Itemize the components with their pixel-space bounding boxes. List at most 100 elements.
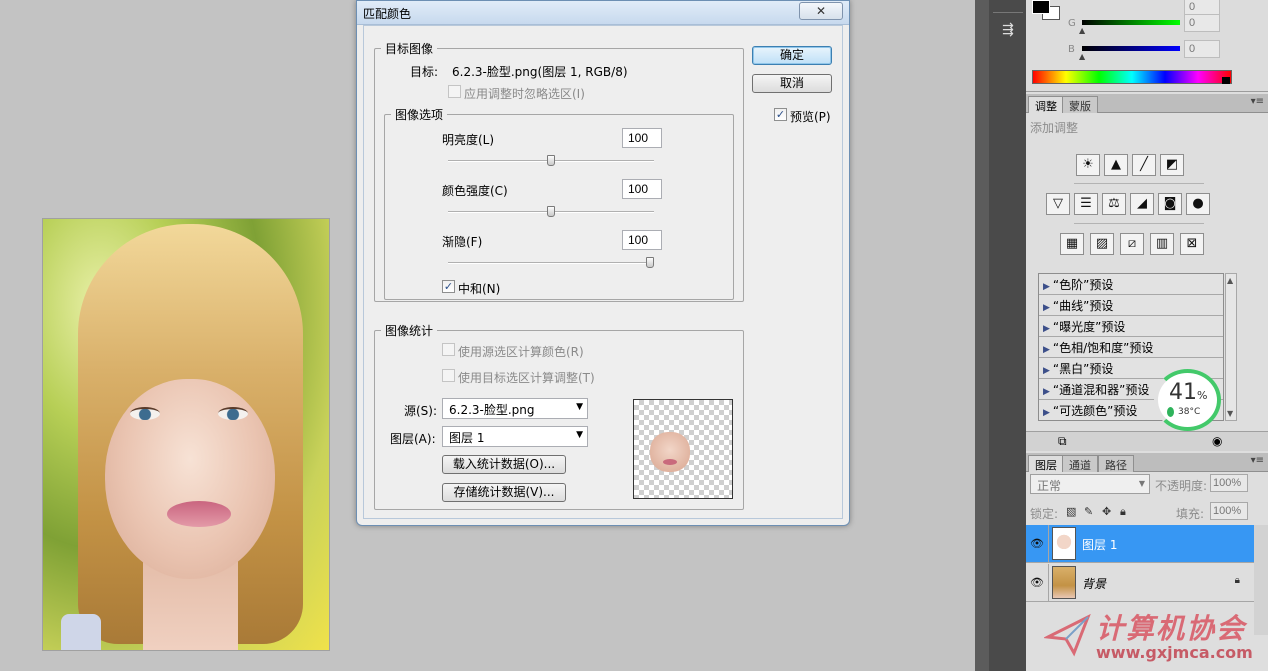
photo-filter-icon[interactable]: ◙ (1158, 193, 1182, 215)
use-source-selection-label: 使用源选区计算颜色(R) (458, 345, 584, 359)
g-value-input[interactable] (1184, 14, 1220, 32)
color-balance-icon[interactable]: ⚖ (1102, 193, 1126, 215)
layer-row-layer1[interactable]: 👁︎ 图层 1 (1026, 525, 1254, 563)
b-channel-slider[interactable] (1082, 46, 1180, 51)
threshold-icon[interactable]: ⧄ (1120, 233, 1144, 255)
eye-icon[interactable]: 👁︎ (1030, 576, 1044, 589)
load-statistics-button[interactable]: 载入统计数据(O)... (442, 455, 566, 474)
gradient-map-icon[interactable]: ▥ (1150, 233, 1174, 255)
scroll-down-icon[interactable]: ▼ (1227, 409, 1233, 418)
vibrance-icon[interactable]: ▽ (1046, 193, 1070, 215)
exposure-icon[interactable]: ◩ (1160, 154, 1184, 176)
preview-checkbox[interactable]: ✓ (774, 108, 787, 121)
layer-select[interactable]: 图层 1 ▼ (442, 426, 588, 447)
target-label: 目标: (410, 65, 439, 79)
scroll-up-icon[interactable]: ▲ (1227, 276, 1233, 285)
photo-face (105, 379, 275, 579)
b-value-input[interactable] (1184, 40, 1220, 58)
color-spectrum-bar[interactable] (1032, 70, 1232, 84)
tab-masks[interactable]: 蒙版 (1062, 96, 1098, 113)
document-image[interactable] (42, 218, 330, 651)
opacity-input[interactable] (1210, 474, 1248, 492)
gauge-unit: % (1197, 389, 1208, 402)
source-select-value: 6.2.3-脸型.png (449, 403, 535, 417)
statistics-preview-thumbnail (633, 399, 733, 499)
panel-menu-icon[interactable]: ▾≡ (1251, 455, 1264, 466)
expand-triangle-icon: ▶ (1043, 387, 1050, 397)
eye-icon[interactable]: 👁︎ (1030, 537, 1044, 550)
invert-icon[interactable]: ▦ (1060, 233, 1084, 255)
target-value: 6.2.3-脸型.png(图层 1, RGB/8) (452, 65, 628, 79)
luminance-input[interactable] (622, 128, 662, 148)
cancel-button[interactable]: 取消 (752, 74, 832, 93)
tab-paths[interactable]: 路径 (1098, 455, 1134, 472)
list-item[interactable]: ▶ “曝光度”预设 (1039, 316, 1223, 337)
use-source-selection-checkbox[interactable] (442, 343, 455, 356)
b-channel-label: B (1068, 44, 1075, 55)
color-intensity-label: 颜色强度(C) (442, 184, 508, 198)
lock-transparency-icon[interactable]: ▧ (1066, 505, 1076, 518)
foreground-color-swatch[interactable] (1032, 0, 1050, 14)
neutralize-checkbox[interactable]: ✓ (442, 280, 455, 293)
visibility-toggle-icon[interactable]: ◉ (1212, 434, 1222, 448)
color-intensity-slider-thumb[interactable] (547, 206, 555, 217)
black-white-icon[interactable]: ◢ (1130, 193, 1154, 215)
blend-mode-select[interactable]: 正常 ▼ (1030, 474, 1150, 494)
selective-color-icon[interactable]: ⊠ (1180, 233, 1204, 255)
list-item[interactable]: ▶ “色阶”预设 (1039, 274, 1223, 295)
panel-menu-icon[interactable]: ▾≡ (1251, 96, 1264, 107)
return-to-list-icon[interactable]: ⧉ (1058, 434, 1067, 449)
fade-slider-thumb[interactable] (646, 257, 654, 268)
b-slider-triangle-icon[interactable]: ▲ (1079, 52, 1085, 61)
ok-button[interactable]: 确定 (752, 46, 832, 65)
save-statistics-button[interactable]: 存储统计数据(V)... (442, 483, 566, 502)
channel-mixer-icon[interactable]: ● (1186, 193, 1210, 215)
history-panel-icon[interactable]: ⇶ (998, 22, 1018, 42)
curves-icon[interactable]: ╱ (1132, 154, 1156, 176)
brightness-contrast-icon[interactable]: ☀ (1076, 154, 1100, 176)
target-image-legend: 目标图像 (385, 42, 434, 56)
close-button[interactable]: ✕ (799, 2, 843, 20)
lock-position-icon[interactable]: ✥ (1102, 505, 1111, 518)
tab-channels[interactable]: 通道 (1062, 455, 1098, 472)
image-options-group: 图像选项 (384, 106, 734, 300)
tab-adjustments[interactable]: 调整 (1028, 96, 1064, 113)
preview-face-image (650, 432, 690, 472)
list-item[interactable]: ▶ “色相/饱和度”预设 (1039, 337, 1223, 358)
expand-triangle-icon: ▶ (1043, 345, 1050, 355)
ignore-selection-checkbox[interactable] (448, 85, 461, 98)
color-intensity-input[interactable] (622, 179, 662, 199)
color-panel: G ▲ B ▲ (1026, 0, 1268, 92)
use-target-selection-checkbox[interactable] (442, 369, 455, 382)
hue-saturation-icon[interactable]: ☰ (1074, 193, 1098, 215)
photo-eye-left (130, 407, 160, 420)
chevron-down-icon: ▼ (1138, 479, 1145, 488)
panel-divider[interactable] (975, 0, 989, 671)
adjust-separator (1074, 223, 1204, 224)
system-monitor-gauge[interactable]: 41 % 38°C (1154, 369, 1221, 431)
fade-slider[interactable] (448, 262, 654, 264)
layer-row-background[interactable]: 👁︎ 背景 🔒︎ (1026, 564, 1254, 602)
list-item[interactable]: ▶ “曲线”预设 (1039, 295, 1223, 316)
g-slider-triangle-icon[interactable]: ▲ (1079, 26, 1085, 35)
presets-scrollbar[interactable]: ▲ ▼ (1225, 273, 1237, 421)
layer-name[interactable]: 图层 1 (1082, 536, 1117, 553)
right-panels: G ▲ B ▲ 调整 蒙版 ▾≡ 添加调整 ☀ ▲ ╱ ◩ ▽ ☰ ⚖ ◢ ◙ … (1026, 0, 1268, 671)
source-select[interactable]: 6.2.3-脸型.png ▼ (442, 398, 588, 419)
lock-pixels-brush-icon[interactable]: ✎ (1084, 505, 1093, 518)
source-label: 源(S): (404, 404, 438, 418)
g-channel-slider[interactable] (1082, 20, 1180, 25)
spectrum-black-swatch[interactable] (1222, 77, 1230, 84)
posterize-icon[interactable]: ▨ (1090, 233, 1114, 255)
dialog-titlebar[interactable]: 匹配颜色 ✕ (357, 1, 849, 25)
levels-icon[interactable]: ▲ (1104, 154, 1128, 176)
layer-select-value: 图层 1 (449, 431, 485, 445)
luminance-slider-thumb[interactable] (547, 155, 555, 166)
lock-icon: 🔒︎ (1234, 575, 1240, 586)
fill-input[interactable] (1210, 502, 1248, 520)
adjustments-footer: ⧉ ◉ (1026, 431, 1268, 451)
fade-input[interactable] (622, 230, 662, 250)
tab-layers[interactable]: 图层 (1028, 455, 1064, 472)
layer-name[interactable]: 背景 (1082, 575, 1106, 592)
lock-all-icon[interactable]: 🔒︎ (1120, 505, 1126, 519)
